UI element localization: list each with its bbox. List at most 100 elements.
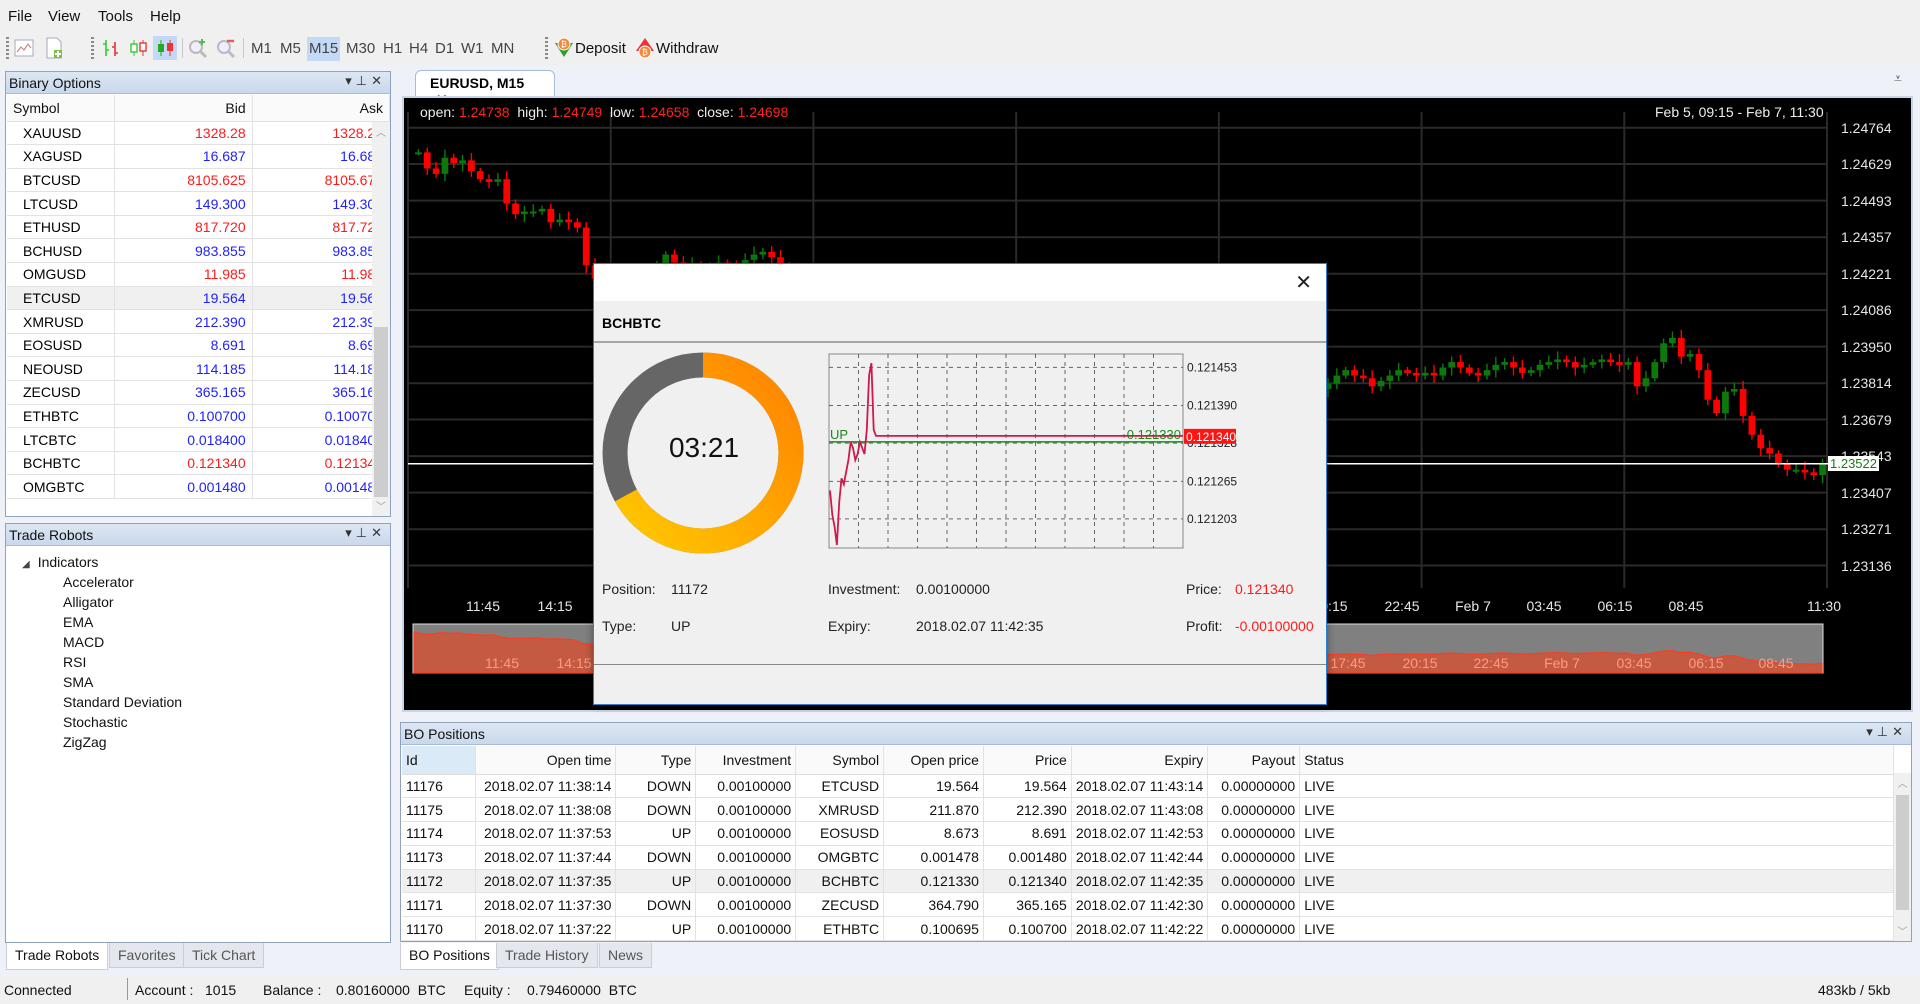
toolbar-grip-3[interactable] (545, 37, 548, 59)
symbol-row[interactable]: BTCUSD 8105.625 8105.675 (7, 168, 391, 193)
symbol-row[interactable]: ETHBTC 0.100700 0.100700 (7, 404, 391, 429)
scroll-thumb[interactable] (374, 327, 388, 497)
dialog-close-button[interactable]: ✕ (1295, 270, 1312, 295)
candle-body (1775, 453, 1782, 465)
dialog-title-bar[interactable]: ✕ (594, 264, 1326, 301)
menu-help[interactable]: Help (150, 8, 181, 25)
tree-item-indicator[interactable]: Accelerator (63, 574, 134, 590)
column-header-investment[interactable]: Investment (695, 746, 797, 775)
tab-trade-history[interactable]: Trade History (496, 943, 598, 968)
symbol-row[interactable]: LTCBTC 0.018400 0.018400 (7, 427, 391, 452)
position-row[interactable]: 11173 2018.02.07 11:37:44 DOWN 0.00100000 OM… (402, 845, 1894, 870)
column-header-type[interactable]: Type (615, 746, 697, 775)
close-icon[interactable]: ✕ (371, 525, 386, 540)
column-header-symbol[interactable]: Symbol (795, 746, 885, 775)
symbol-row[interactable]: LTCUSD 149.300 149.300 (7, 191, 391, 216)
deposit-button[interactable]: ₿ Deposit (553, 36, 626, 60)
pin-icon[interactable]: ⊥ (356, 73, 371, 88)
tab-trade-robots[interactable]: Trade Robots (6, 943, 109, 970)
scroll-thumb[interactable] (1896, 795, 1909, 910)
candlestick-icon[interactable] (153, 36, 177, 60)
tree-item-indicator[interactable]: EMA (63, 614, 93, 630)
symbol-row[interactable]: EOSUSD 8.691 8.691 (7, 333, 391, 358)
close-icon[interactable]: ✕ (371, 73, 386, 88)
column-header-status[interactable]: Status (1299, 746, 1894, 775)
pin-icon[interactable]: ⊥ (1877, 724, 1892, 739)
menu-file[interactable]: File (8, 8, 32, 25)
tab-news[interactable]: News (599, 943, 653, 968)
toolbar-grip-2[interactable] (91, 37, 94, 59)
column-header-bid[interactable]: Bid (114, 95, 253, 122)
tree-item-indicator[interactable]: Stochastic (63, 714, 128, 730)
column-header-open-price[interactable]: Open price (883, 746, 984, 775)
column-header-price[interactable]: Price (983, 746, 1072, 775)
timeframe-m1[interactable]: M1 (249, 37, 274, 61)
zoom-out-icon[interactable] (214, 36, 238, 60)
column-header-open-time[interactable]: Open time (475, 746, 617, 775)
new-document-icon[interactable] (42, 36, 66, 60)
timeframe-h1[interactable]: H1 (381, 37, 404, 61)
symbol-row[interactable]: NEOUSD 114.185 114.185 (7, 356, 391, 382)
tree-item-indicator[interactable]: Alligator (63, 594, 114, 610)
bar-chart-icon[interactable] (99, 36, 123, 60)
candle-outline-icon[interactable] (126, 36, 150, 60)
withdraw-button[interactable]: ₿ Withdraw (634, 36, 719, 60)
new-chart-icon[interactable] (12, 36, 36, 60)
position-row[interactable]: 11175 2018.02.07 11:38:08 DOWN 0.00100000 XM… (402, 797, 1894, 823)
toolbar-grip[interactable] (6, 37, 9, 59)
menu-tools[interactable]: Tools (98, 8, 133, 25)
symbol-row[interactable]: XMRUSD 212.390 212.390 (7, 309, 391, 334)
zoom-in-icon[interactable] (186, 36, 210, 60)
symbol-row[interactable]: OMGBTC 0.001480 0.001480 (7, 474, 391, 499)
panel-menu-icon[interactable]: ▾ (345, 525, 356, 540)
column-header-payout[interactable]: Payout (1207, 746, 1301, 775)
timeframe-h4[interactable]: H4 (407, 37, 430, 61)
position-row[interactable]: 11171 2018.02.07 11:37:30 DOWN 0.00100000 ZE… (402, 892, 1894, 918)
timeframe-m15[interactable]: M15 (307, 37, 341, 61)
panel-menu-icon[interactable]: ▾ (1866, 724, 1877, 739)
column-header-id[interactable]: Id (402, 746, 477, 775)
symbol-row[interactable]: BCHUSD 983.855 983.855 (7, 238, 391, 264)
position-row[interactable]: 11172 2018.02.07 11:37:35 UP 0.00100000 BCHB… (402, 869, 1894, 894)
timeframe-w1[interactable]: W1 (459, 37, 486, 61)
tree-item-indicator[interactable]: ZigZag (63, 734, 107, 750)
positions-scrollbar[interactable]: ︿ ﹀ (1894, 773, 1911, 941)
tab-tick-chart[interactable]: Tick Chart (183, 943, 265, 968)
chart-tab-eurusd[interactable]: EURUSD, M15 ✕ (415, 70, 555, 107)
close-icon[interactable]: ✕ (1892, 724, 1907, 739)
symbol-row[interactable]: BCHBTC 0.121340 0.121340 (7, 451, 391, 476)
symbol-row[interactable]: OMGUSD 11.985 11.985 (7, 262, 391, 287)
tab-favorites[interactable]: Favorites (109, 943, 185, 968)
tree-node-indicators[interactable]: ◢ Indicators (22, 554, 98, 570)
symbol-row[interactable]: ETHUSD 817.720 817.720 (7, 215, 391, 240)
position-row[interactable]: 11176 2018.02.07 11:38:14 DOWN 0.00100000 ET… (402, 774, 1894, 799)
symbol-row[interactable]: ZECUSD 365.165 365.165 (7, 380, 391, 405)
symbol-row[interactable]: XAUUSD 1328.28 1328.28 (7, 121, 391, 146)
tab-bo-positions[interactable]: BO Positions (400, 943, 499, 970)
timeframe-m30[interactable]: M30 (344, 37, 377, 61)
tree-item-indicator[interactable]: Standard Deviation (63, 694, 182, 710)
scroll-down-icon[interactable]: ﹀ (1894, 923, 1911, 939)
tree-item-indicator[interactable]: SMA (63, 674, 93, 690)
scroll-up-icon[interactable]: ︿ (1894, 775, 1911, 791)
position-row[interactable]: 11174 2018.02.07 11:37:53 UP 0.00100000 EOSU… (402, 821, 1894, 846)
menu-view[interactable]: View (48, 8, 80, 25)
timeframe-mn[interactable]: MN (489, 37, 516, 61)
symbol-row[interactable]: ETCUSD 19.564 19.564 (7, 286, 391, 311)
timeframe-d1[interactable]: D1 (433, 37, 456, 61)
panel-menu-icon[interactable]: ▾ (345, 73, 356, 88)
scroll-up-icon[interactable]: ︿ (372, 124, 390, 140)
position-row[interactable]: 11170 2018.02.07 11:37:22 UP 0.00100000 ETHB… (402, 916, 1894, 942)
scroll-down-icon[interactable]: ﹀ (372, 498, 390, 514)
pin-icon[interactable]: ⊥ (356, 525, 371, 540)
column-header-expiry[interactable]: Expiry (1071, 746, 1209, 775)
column-header-symbol[interactable]: Symbol (7, 95, 116, 122)
timeframe-m5[interactable]: M5 (278, 37, 303, 61)
symbol-row[interactable]: XAGUSD 16.687 16.687 (7, 144, 391, 169)
tree-item-indicator[interactable]: RSI (63, 654, 86, 670)
chart-list-dropdown-icon[interactable]: ⩡ (1894, 70, 1902, 87)
column-header-ask[interactable]: Ask (252, 95, 391, 122)
tree-item-indicator[interactable]: MACD (63, 634, 104, 650)
binary-options-scrollbar[interactable]: ︿ ﹀ (372, 122, 390, 516)
tree-expand-icon[interactable]: ◢ (22, 559, 30, 570)
